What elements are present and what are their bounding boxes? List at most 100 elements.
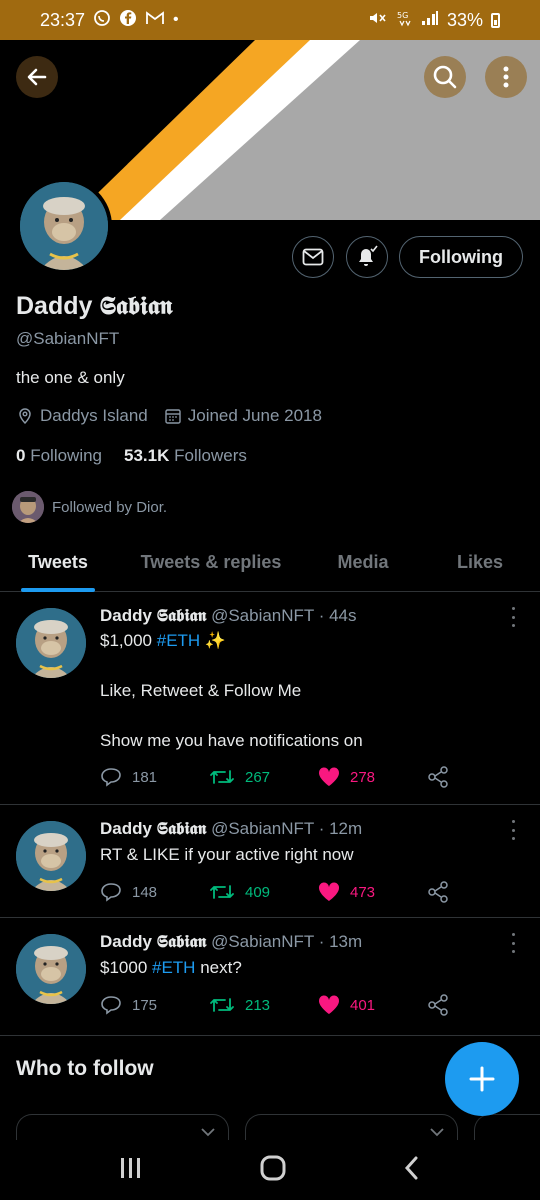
tweet-text-line: Show me you have notifications on <box>100 731 363 750</box>
tweet-avatar[interactable] <box>16 934 86 1004</box>
home-button[interactable] <box>259 1154 287 1187</box>
notifications-button[interactable] <box>346 236 388 278</box>
location-text: Daddys Island <box>40 406 148 425</box>
share-button[interactable] <box>427 881 536 903</box>
hashtag-link[interactable]: #ETH <box>152 958 195 977</box>
search-icon <box>433 65 457 89</box>
like-count: 473 <box>350 883 376 901</box>
retweet-count: 213 <box>245 996 271 1014</box>
mute-icon <box>367 9 387 31</box>
share-button[interactable] <box>427 994 536 1016</box>
tweet-author-name[interactable]: Daddy 𝕾𝖆𝖇𝖎𝖆𝖓 <box>100 819 206 838</box>
following-label: Following <box>30 446 103 465</box>
tweet-text: $1,000 #ETH ✨ Like, Retweet & Follow Me … <box>100 628 363 753</box>
reply-count: 181 <box>132 768 158 786</box>
reply-button[interactable]: 175 <box>100 995 209 1015</box>
mail-icon <box>302 248 324 266</box>
profile-joined: Joined June 2018 <box>164 406 322 426</box>
gmail-icon <box>145 10 165 30</box>
heart-icon <box>318 995 340 1014</box>
status-time: 23:37 <box>40 9 86 30</box>
back-nav-button[interactable] <box>402 1155 422 1186</box>
bell-icon <box>359 245 378 266</box>
reply-icon <box>101 996 121 1015</box>
signal-icon <box>421 10 439 30</box>
retweet-icon <box>210 998 234 1012</box>
search-button[interactable] <box>424 56 466 98</box>
tab-likes[interactable]: Likes <box>420 532 540 592</box>
tweet-actions: 175 213 401 <box>100 994 536 1016</box>
tweet-text-suffix: next? <box>195 958 242 977</box>
tweet[interactable]: Daddy 𝕾𝖆𝖇𝖎𝖆𝖓 @SabianNFT · 13m $1000 #ETH… <box>0 918 540 1036</box>
hashtag-link[interactable]: #ETH <box>157 631 200 650</box>
tweet-text: $1000 #ETH next? <box>100 955 242 980</box>
tweet-header: Daddy 𝕾𝖆𝖇𝖎𝖆𝖓 @SabianNFT · 12m <box>100 819 362 839</box>
tweet-handle-time: @SabianNFT · 13m <box>211 932 363 951</box>
reply-button[interactable]: 148 <box>100 882 209 902</box>
tweet-author-name[interactable]: Daddy 𝕾𝖆𝖇𝖎𝖆𝖓 <box>100 932 206 951</box>
tweet-more-button[interactable] <box>505 607 521 627</box>
reply-button[interactable]: 181 <box>100 767 209 787</box>
tweet-actions: 148 409 473 <box>100 881 536 903</box>
profile-tabs: Tweets Tweets & replies Media Likes <box>0 532 540 592</box>
tweet-handle-time: @SabianNFT · 12m <box>211 819 363 838</box>
compose-tweet-button[interactable] <box>445 1042 519 1116</box>
tweet-text-line: Like, Retweet & Follow Me <box>100 681 302 700</box>
followers-link[interactable]: 53.1K Followers <box>124 446 247 466</box>
chevron-down-icon[interactable] <box>429 1127 445 1137</box>
tweet-more-button[interactable] <box>505 820 521 840</box>
network-5g-icon: 5G <box>395 9 413 31</box>
calendar-icon <box>165 409 181 424</box>
reply-count: 148 <box>132 883 158 901</box>
tweet-header: Daddy 𝕾𝖆𝖇𝖎𝖆𝖓 @SabianNFT · 44s <box>100 606 357 626</box>
followed-by[interactable]: Followed by Dior. <box>12 491 167 523</box>
like-count: 278 <box>350 768 376 786</box>
tweet-avatar[interactable] <box>16 608 86 678</box>
chevron-down-icon[interactable] <box>200 1127 216 1137</box>
more-vertical-icon <box>503 66 509 88</box>
tweet-actions: 181 267 278 <box>100 766 536 788</box>
following-button[interactable]: Following <box>399 236 523 278</box>
recents-button[interactable] <box>118 1156 144 1185</box>
message-button[interactable] <box>292 236 334 278</box>
heart-icon <box>318 767 340 786</box>
tab-tweets-replies[interactable]: Tweets & replies <box>116 532 306 592</box>
profile-location: Daddys Island <box>16 406 148 426</box>
like-count: 401 <box>350 996 376 1014</box>
profile-name: Daddy 𝕾𝖆𝖇𝖎𝖆𝖓 <box>16 292 173 320</box>
share-button[interactable] <box>427 766 536 788</box>
who-to-follow-title: Who to follow <box>16 1057 154 1080</box>
profile-meta: Daddys Island Joined June 2018 <box>16 406 338 426</box>
tweet[interactable]: Daddy 𝕾𝖆𝖇𝖎𝖆𝖓 @SabianNFT · 44s $1,000 #ET… <box>0 593 540 805</box>
followed-by-text: Followed by Dior. <box>52 498 168 516</box>
sparkles-emoji: ✨ <box>200 631 227 650</box>
system-nav-bar <box>0 1140 540 1200</box>
retweet-button[interactable]: 267 <box>209 767 318 787</box>
whatsapp-icon <box>93 9 111 31</box>
share-icon <box>428 766 448 788</box>
tweet-text-prefix: $1000 <box>100 958 152 977</box>
tweet-more-button[interactable] <box>505 933 521 953</box>
tweet-author-name[interactable]: Daddy 𝕾𝖆𝖇𝖎𝖆𝖓 <box>100 606 206 625</box>
tab-tweets[interactable]: Tweets <box>0 532 116 592</box>
joined-text: Joined June 2018 <box>187 406 322 425</box>
like-button[interactable]: 278 <box>318 767 427 787</box>
tweet[interactable]: Daddy 𝕾𝖆𝖇𝖎𝖆𝖓 @SabianNFT · 12m RT & LIKE … <box>0 805 540 918</box>
following-count: 0 <box>16 446 26 465</box>
more-options-button[interactable] <box>485 56 527 98</box>
retweet-button[interactable]: 409 <box>209 882 318 902</box>
like-button[interactable]: 473 <box>318 882 427 902</box>
share-icon <box>428 994 448 1016</box>
location-icon <box>19 408 31 425</box>
profile-avatar[interactable] <box>16 178 112 274</box>
retweet-button[interactable]: 213 <box>209 995 318 1015</box>
tweet-handle-time: @SabianNFT · 44s <box>211 606 357 625</box>
like-button[interactable]: 401 <box>318 995 427 1015</box>
back-button[interactable] <box>16 56 58 98</box>
tweet-avatar[interactable] <box>16 821 86 891</box>
tab-media[interactable]: Media <box>306 532 420 592</box>
back-arrow-icon <box>27 68 47 86</box>
dot-icon: • <box>173 11 179 28</box>
profile-bio: the one & only <box>16 368 125 387</box>
following-link[interactable]: 0 Following <box>16 446 102 466</box>
